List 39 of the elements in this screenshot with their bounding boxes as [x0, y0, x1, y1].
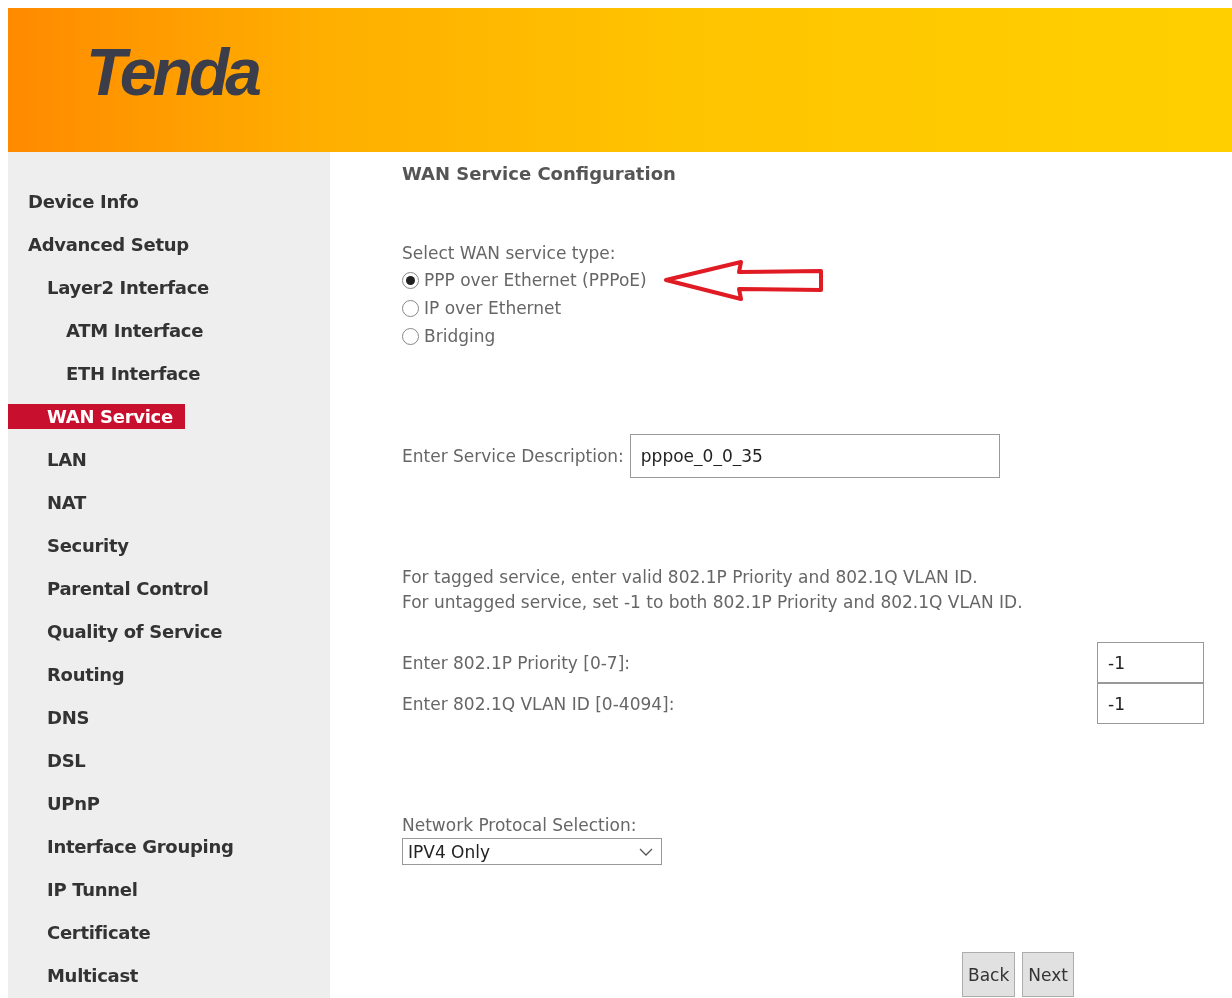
protocol-dropdown[interactable]: IPV4 Only: [402, 838, 662, 865]
sidebar-item[interactable]: Layer2 Interface: [8, 275, 221, 300]
field-label: Network Protocal Selection:: [402, 814, 638, 837]
sidebar-item[interactable]: LAN: [8, 447, 99, 472]
text-field[interactable]: -1: [1097, 642, 1204, 683]
radio-option[interactable]: Bridging: [402, 323, 496, 349]
nav-button[interactable]: Back: [962, 952, 1016, 997]
sidebar-item[interactable]: Certificate: [8, 920, 163, 945]
sidebar-item[interactable]: ETH Interface: [8, 361, 213, 386]
sidebar-item[interactable]: Device Info: [8, 189, 151, 214]
note-text: For tagged service, enter valid 802.1P Priority and 802.1Q VLAN ID.: [402, 566, 979, 589]
text-field[interactable]: pppoe_0_0_35: [629, 434, 1000, 478]
sidebar-item[interactable]: DSL: [8, 748, 98, 773]
field-label: Enter Service Description:: [402, 446, 624, 466]
note-text: For untagged service, set -1 to both 802.1P Priority and 802.1Q VLAN ID.: [402, 591, 1024, 614]
sidebar-item[interactable]: ATM Interface: [8, 318, 216, 343]
arrow-icon: [662, 259, 825, 301]
nav-button[interactable]: Next: [1022, 952, 1074, 997]
radio-option[interactable]: IP over Ethernet: [402, 295, 562, 321]
field-label: Enter 802.1P Priority [0-7]:: [402, 652, 632, 673]
sidebar-item[interactable]: Quality of Service: [8, 619, 235, 644]
logo: Tenda: [86, 34, 258, 110]
field-label: Enter 802.1Q VLAN ID [0-4094]:: [402, 693, 676, 714]
radio-option[interactable]: PPP over Ethernet (PPPoE): [402, 267, 647, 293]
sidebar-item[interactable]: Routing: [8, 662, 137, 687]
chevron-down-icon: [639, 847, 653, 856]
sidebar-item[interactable]: NAT: [8, 490, 98, 515]
sidebar-item[interactable]: Advanced Setup: [8, 232, 201, 257]
page-title: WAN Service Configuration: [402, 163, 677, 185]
text-field[interactable]: -1: [1097, 683, 1204, 724]
sidebar-item[interactable]: IP Tunnel: [8, 877, 150, 902]
sidebar-item[interactable]: Interface Grouping: [8, 834, 246, 859]
sidebar-item[interactable]: Security: [8, 533, 141, 558]
sidebar-item[interactable]: DNS: [8, 705, 102, 730]
sidebar-item[interactable]: WAN Service: [8, 404, 185, 429]
field-label: Select WAN service type:: [402, 242, 617, 265]
sidebar-item[interactable]: Multicast: [8, 963, 151, 988]
sidebar-item[interactable]: UPnP: [8, 791, 112, 816]
sidebar-item[interactable]: Parental Control: [8, 576, 221, 601]
